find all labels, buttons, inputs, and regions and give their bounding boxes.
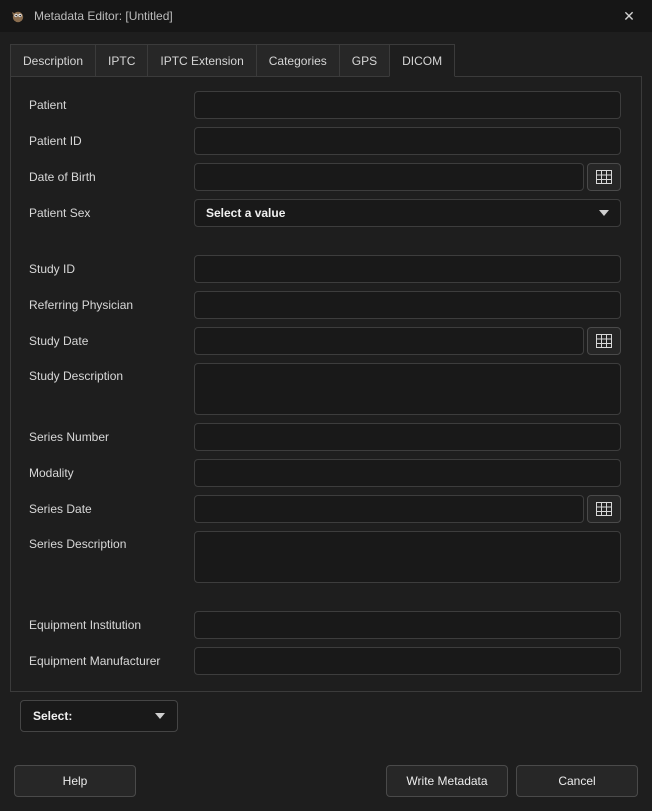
- write-metadata-button[interactable]: Write Metadata: [386, 765, 508, 797]
- chevron-down-icon: [599, 210, 609, 216]
- patient-sex-value: Select a value: [206, 206, 285, 220]
- modality-input[interactable]: [194, 459, 621, 487]
- field-label: Series Description: [29, 531, 194, 551]
- field-label: Patient: [29, 98, 194, 112]
- date-field-group: [194, 327, 621, 355]
- field-label: Referring Physician: [29, 298, 194, 312]
- form-row-patient-id: Patient ID: [29, 127, 621, 155]
- footer-right-group: Write Metadata Cancel: [386, 765, 638, 797]
- close-icon: ✕: [623, 8, 635, 25]
- app-icon: [10, 8, 26, 24]
- date-of-birth-calendar-button[interactable]: [587, 163, 621, 191]
- help-button[interactable]: Help: [14, 765, 136, 797]
- tab-iptc-extension[interactable]: IPTC Extension: [147, 44, 256, 77]
- field-label: Series Number: [29, 430, 194, 444]
- tab-gps[interactable]: GPS: [339, 44, 390, 77]
- dicom-form-frame: Patient Patient ID Date of Birth: [10, 76, 642, 692]
- study-date-input[interactable]: [194, 327, 584, 355]
- tab-iptc[interactable]: IPTC: [95, 44, 148, 77]
- form-row-patient-sex: Patient Sex Select a value: [29, 199, 621, 227]
- chevron-down-icon: [155, 713, 165, 719]
- form-row-equipment-institution: Equipment Institution: [29, 611, 621, 639]
- field-label: Study Description: [29, 363, 194, 383]
- tab-dicom[interactable]: DICOM: [389, 44, 455, 77]
- close-button[interactable]: ✕: [616, 4, 642, 28]
- tab-categories[interactable]: Categories: [256, 44, 340, 77]
- series-description-textarea[interactable]: [194, 531, 621, 583]
- series-number-input[interactable]: [194, 423, 621, 451]
- form-row-modality: Modality: [29, 459, 621, 487]
- dialog-footer: Help Write Metadata Cancel: [0, 765, 652, 811]
- calendar-grid-icon: [596, 334, 612, 348]
- select-combo[interactable]: Select:: [20, 700, 178, 732]
- date-field-group: [194, 495, 621, 523]
- field-label: Study ID: [29, 262, 194, 276]
- patient-id-input[interactable]: [194, 127, 621, 155]
- form-row-study-description: Study Description: [29, 363, 621, 415]
- form-row-series-number: Series Number: [29, 423, 621, 451]
- form-row-study-id: Study ID: [29, 255, 621, 283]
- window-title: Metadata Editor: [Untitled]: [34, 9, 173, 23]
- form-row-date-of-birth: Date of Birth: [29, 163, 621, 191]
- study-description-textarea[interactable]: [194, 363, 621, 415]
- study-date-calendar-button[interactable]: [587, 327, 621, 355]
- field-label: Study Date: [29, 334, 194, 348]
- form-row-equipment-manufacturer: Equipment Manufacturer: [29, 647, 621, 675]
- cancel-button[interactable]: Cancel: [516, 765, 638, 797]
- equipment-manufacturer-input[interactable]: [194, 647, 621, 675]
- study-id-input[interactable]: [194, 255, 621, 283]
- patient-sex-select[interactable]: Select a value: [194, 199, 621, 227]
- title-bar[interactable]: Metadata Editor: [Untitled] ✕: [0, 0, 652, 32]
- field-label: Series Date: [29, 502, 194, 516]
- select-combo-label: Select:: [33, 709, 72, 723]
- form-row-study-date: Study Date: [29, 327, 621, 355]
- series-date-input[interactable]: [194, 495, 584, 523]
- form-row-series-description: Series Description: [29, 531, 621, 583]
- field-label: Patient Sex: [29, 206, 194, 220]
- field-label: Modality: [29, 466, 194, 480]
- date-field-group: [194, 163, 621, 191]
- equipment-institution-input[interactable]: [194, 611, 621, 639]
- calendar-grid-icon: [596, 170, 612, 184]
- field-label: Equipment Manufacturer: [29, 654, 194, 668]
- form-row-series-date: Series Date: [29, 495, 621, 523]
- tab-bar: Description IPTC IPTC Extension Categori…: [10, 44, 642, 77]
- field-label: Equipment Institution: [29, 618, 194, 632]
- form-row-patient: Patient: [29, 91, 621, 119]
- field-label: Date of Birth: [29, 170, 194, 184]
- series-date-calendar-button[interactable]: [587, 495, 621, 523]
- calendar-grid-icon: [596, 502, 612, 516]
- referring-physician-input[interactable]: [194, 291, 621, 319]
- form-row-referring-physician: Referring Physician: [29, 291, 621, 319]
- patient-input[interactable]: [194, 91, 621, 119]
- date-of-birth-input[interactable]: [194, 163, 584, 191]
- field-label: Patient ID: [29, 134, 194, 148]
- tab-description[interactable]: Description: [10, 44, 96, 77]
